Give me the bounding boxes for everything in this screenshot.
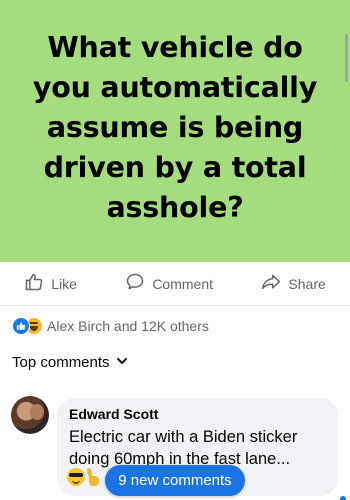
comment-emojis [67, 468, 101, 488]
reactions-count-text: Alex Birch and 12K others [47, 318, 209, 334]
thumbs-up-icon [24, 272, 44, 295]
chevron-down-icon [116, 354, 128, 371]
reactions-summary[interactable]: Alex Birch and 12K others [12, 316, 209, 336]
scroll-indicator [340, 496, 346, 500]
sunglasses-face-icon [67, 468, 85, 486]
comment-label: Comment [152, 275, 213, 292]
comment-text: Electric car with a Biden sticker doing … [69, 428, 298, 468]
victory-hand-icon [87, 468, 101, 488]
comments-sort-dropdown[interactable]: Top comments [12, 354, 128, 371]
like-icon [12, 317, 30, 335]
comments-sort-label: Top comments [12, 354, 110, 371]
post-image[interactable]: What vehicle do you automatically assume… [0, 0, 350, 262]
new-comments-button[interactable]: 9 new comments [105, 465, 245, 496]
comment-author[interactable]: Edward Scott [69, 406, 326, 422]
image-scrollbar [345, 34, 348, 82]
share-arrow-icon [261, 272, 281, 295]
comment-button[interactable]: Comment [125, 272, 213, 295]
speech-bubble-icon [125, 272, 145, 295]
share-button[interactable]: Share [261, 272, 326, 295]
share-label: Share [288, 275, 326, 292]
post-image-text: What vehicle do you automatically assume… [32, 31, 318, 224]
like-label: Like [51, 275, 77, 292]
post-action-bar: Like Comment Share [0, 262, 350, 306]
like-button[interactable]: Like [24, 272, 77, 295]
avatar[interactable] [11, 396, 49, 434]
reaction-icons [12, 317, 43, 335]
